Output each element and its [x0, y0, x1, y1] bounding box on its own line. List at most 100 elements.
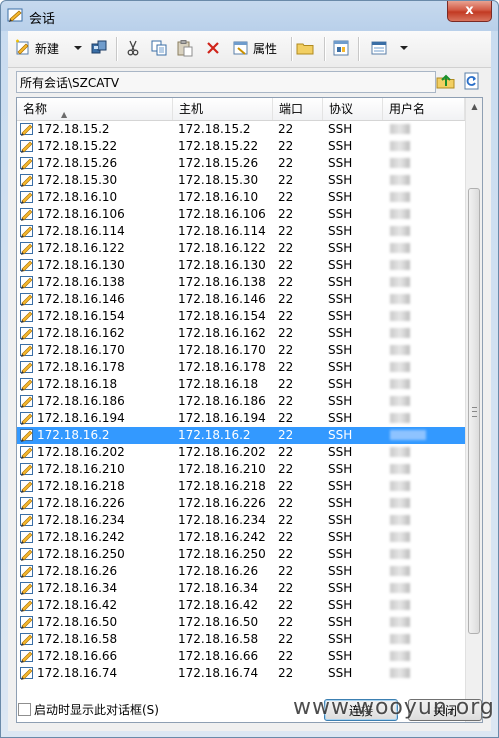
table-row[interactable]: 172.18.16.2 172.18.16.2 22 SSH: [17, 427, 465, 444]
table-row[interactable]: 172.18.16.42 172.18.16.42 22 SSH: [17, 597, 465, 614]
cell-protocol: SSH: [328, 564, 353, 578]
cell-username-redacted: [390, 413, 410, 423]
cell-name: 172.18.16.202: [37, 445, 125, 459]
table-row[interactable]: 172.18.15.22 172.18.15.22 22 SSH: [17, 138, 465, 155]
delete-button[interactable]: [204, 37, 222, 59]
show-on-startup-checkbox[interactable]: [18, 703, 31, 716]
cell-name: 172.18.15.2: [37, 122, 110, 136]
table-row[interactable]: 172.18.16.106 172.18.16.106 22 SSH: [17, 206, 465, 223]
cell-protocol: SSH: [328, 258, 353, 272]
table-row[interactable]: 172.18.16.10 172.18.16.10 22 SSH: [17, 189, 465, 206]
column-header-label: 端口: [279, 102, 304, 116]
table-row[interactable]: 172.18.16.162 172.18.16.162 22 SSH: [17, 325, 465, 342]
session-path-field[interactable]: 所有会话\SZCATV: [16, 71, 436, 93]
session-icon: [20, 599, 33, 612]
table-row[interactable]: 172.18.16.34 172.18.16.34 22 SSH: [17, 580, 465, 597]
session-icon: [20, 395, 33, 408]
toolbar: 新建 属性: [8, 31, 491, 68]
window-title: 会话: [29, 12, 56, 27]
folder-up-button[interactable]: [436, 71, 456, 91]
new-session-label: 新建: [35, 41, 60, 56]
session-icon: [20, 463, 33, 476]
column-header-protocol[interactable]: 协议: [323, 98, 383, 120]
cell-name: 172.18.16.2: [37, 428, 110, 442]
paste-icon: [177, 40, 193, 57]
properties-button[interactable]: 属性: [232, 37, 277, 59]
toolbar-separator: [358, 37, 360, 61]
cell-username-redacted: [390, 430, 426, 440]
column-header-username[interactable]: 用户名: [383, 98, 465, 120]
table-row[interactable]: 172.18.16.178 172.18.16.178 22 SSH: [17, 359, 465, 376]
table-row[interactable]: 172.18.16.50 172.18.16.50 22 SSH: [17, 614, 465, 631]
table-row[interactable]: 172.18.16.250 172.18.16.250 22 SSH: [17, 546, 465, 563]
cell-host: 172.18.16.114: [178, 224, 266, 238]
table-row[interactable]: 172.18.16.138 172.18.16.138 22 SSH: [17, 274, 465, 291]
new-session-dropdown[interactable]: [74, 37, 82, 59]
column-header-host[interactable]: 主机: [173, 98, 273, 120]
table-row[interactable]: 172.18.15.26 172.18.15.26 22 SSH: [17, 155, 465, 172]
table-row[interactable]: 172.18.16.146 172.18.16.146 22 SSH: [17, 291, 465, 308]
table-row[interactable]: 172.18.15.2 172.18.15.2 22 SSH: [17, 121, 465, 138]
refresh-button[interactable]: [462, 71, 482, 91]
table-row[interactable]: 172.18.16.26 172.18.16.26 22 SSH: [17, 563, 465, 580]
cell-protocol: SSH: [328, 156, 353, 170]
session-icon: [20, 429, 33, 442]
table-row[interactable]: 172.18.16.242 172.18.16.242 22 SSH: [17, 529, 465, 546]
cell-protocol: SSH: [328, 530, 353, 544]
close-window-button[interactable]: x: [447, 1, 492, 22]
table-row[interactable]: 172.18.16.210 172.18.16.210 22 SSH: [17, 461, 465, 478]
session-icon: [20, 174, 33, 187]
new-session-button[interactable]: 新建: [14, 37, 59, 59]
cell-port: 22: [278, 292, 294, 306]
scrollbar-thumb[interactable]: [468, 188, 480, 634]
cell-port: 22: [278, 496, 294, 510]
cell-name: 172.18.16.218: [37, 479, 125, 493]
session-icon: [20, 208, 33, 221]
new-folder-button[interactable]: [296, 37, 314, 59]
table-row[interactable]: 172.18.16.154 172.18.16.154 22 SSH: [17, 308, 465, 325]
table-row[interactable]: 172.18.16.122 172.18.16.122 22 SSH: [17, 240, 465, 257]
column-header-label: 名称: [23, 102, 48, 116]
cell-host: 172.18.16.202: [178, 445, 266, 459]
cell-port: 22: [278, 360, 294, 374]
table-row[interactable]: 172.18.16.114 172.18.16.114 22 SSH: [17, 223, 465, 240]
copy-button[interactable]: [150, 37, 168, 59]
table-row[interactable]: 172.18.16.58 172.18.16.58 22 SSH: [17, 631, 465, 648]
cell-name: 172.18.15.22: [37, 139, 118, 153]
table-row[interactable]: 172.18.16.74 172.18.16.74 22 SSH: [17, 665, 465, 682]
toolbar-separator: [324, 37, 326, 61]
table-row[interactable]: 172.18.15.30 172.18.15.30 22 SSH: [17, 172, 465, 189]
table-row[interactable]: 172.18.16.18 172.18.16.18 22 SSH: [17, 376, 465, 393]
cell-host: 172.18.16.10: [178, 190, 259, 204]
table-row[interactable]: 172.18.16.218 172.18.16.218 22 SSH: [17, 478, 465, 495]
view-options-button[interactable]: [370, 37, 388, 59]
cell-host: 172.18.16.42: [178, 598, 259, 612]
connect-in-tab-button[interactable]: [332, 37, 350, 59]
cell-protocol: SSH: [328, 581, 353, 595]
paste-button[interactable]: [176, 37, 194, 59]
session-list[interactable]: 名称 ▲ 主机 端口 协议 用户名 172.18.15.2 172.18.15.2…: [16, 97, 483, 723]
vertical-scrollbar[interactable]: ▲ ▼: [465, 98, 482, 722]
cell-username-redacted: [390, 311, 410, 321]
table-row[interactable]: 172.18.16.226 172.18.16.226 22 SSH: [17, 495, 465, 512]
quick-connect-button[interactable]: [90, 37, 108, 59]
show-on-startup-label[interactable]: 启动时显示此对话框(S): [34, 701, 159, 718]
cell-protocol: SSH: [328, 292, 353, 306]
title-bar[interactable]: 会话 x: [1, 1, 498, 31]
cell-host: 172.18.16.58: [178, 632, 259, 646]
table-row[interactable]: 172.18.16.170 172.18.16.170 22 SSH: [17, 342, 465, 359]
table-row[interactable]: 172.18.16.130 172.18.16.130 22 SSH: [17, 257, 465, 274]
table-row[interactable]: 172.18.16.194 172.18.16.194 22 SSH: [17, 410, 465, 427]
cell-port: 22: [278, 224, 294, 238]
view-options-dropdown[interactable]: [400, 37, 408, 59]
table-row[interactable]: 172.18.16.66 172.18.16.66 22 SSH: [17, 648, 465, 665]
table-row[interactable]: 172.18.16.202 172.18.16.202 22 SSH: [17, 444, 465, 461]
scroll-up-icon[interactable]: ▲: [466, 98, 482, 115]
cut-button[interactable]: [124, 37, 142, 59]
cell-port: 22: [278, 564, 294, 578]
column-header-port[interactable]: 端口: [273, 98, 323, 120]
column-header-name[interactable]: 名称 ▲: [17, 98, 173, 120]
cell-protocol: SSH: [328, 598, 353, 612]
table-row[interactable]: 172.18.16.234 172.18.16.234 22 SSH: [17, 512, 465, 529]
table-row[interactable]: 172.18.16.186 172.18.16.186 22 SSH: [17, 393, 465, 410]
